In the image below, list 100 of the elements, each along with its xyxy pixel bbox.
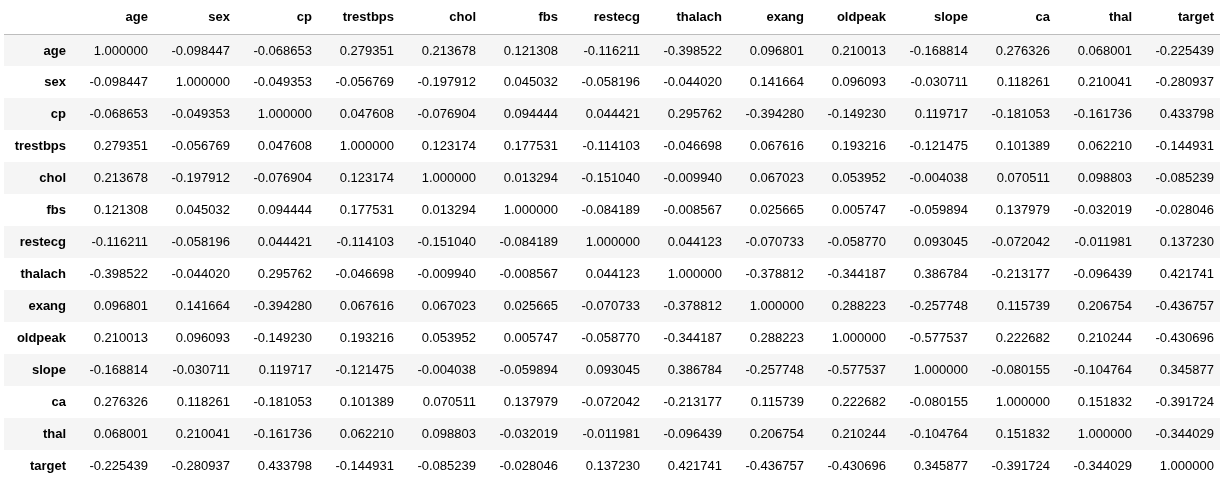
table-cell: -0.072042 [581,394,640,410]
table-cell: 0.210244 [831,426,886,442]
table-cell: -0.116211 [91,234,148,250]
table-cell: 0.094444 [257,202,312,218]
column-header: target [1177,9,1214,24]
table-cell: -0.080155 [991,362,1050,378]
table-cell: 0.295762 [257,266,312,282]
column-header: age [125,9,148,24]
table-cell: -0.004038 [417,362,476,378]
table-cell: 0.206754 [749,426,804,442]
table-cell: 0.096093 [831,74,886,90]
table-cell: -0.076904 [417,106,476,122]
table-cell: 0.222682 [995,330,1050,346]
table-cell: -0.344187 [663,330,722,346]
table-cell: 0.101389 [995,138,1050,154]
table-cell: -0.168814 [909,42,968,58]
table-cell: 0.044421 [585,106,640,122]
table-cell: -0.391724 [991,458,1050,474]
row-header: thalach [20,266,66,282]
table-cell: 0.288223 [749,330,804,346]
table-cell: 1.000000 [831,330,886,346]
table-cell: 0.421741 [1159,266,1214,282]
table-cell: 0.045032 [175,202,230,218]
table-cell: -0.394280 [253,298,312,314]
table-cell: 1.000000 [503,202,558,218]
table-cell: 0.093045 [585,362,640,378]
table-cell: -0.080155 [909,394,968,410]
table-cell: -0.344029 [1155,426,1214,442]
table-cell: -0.011981 [582,426,640,442]
table-cell: -0.161736 [1073,106,1132,122]
table-cell: -0.104764 [909,426,968,442]
table-cell: 0.279351 [339,42,394,58]
table-cell: 0.118261 [996,74,1050,90]
table-cell: -0.144931 [1155,138,1214,154]
table-cell: -0.181053 [253,394,312,410]
table-cell: -0.121475 [909,138,968,154]
table-cell: 0.067616 [749,138,804,154]
table-cell: 0.210041 [1077,74,1132,90]
table-cell: 0.222682 [831,394,886,410]
table-cell: -0.225439 [89,458,148,474]
table-cell: -0.151040 [581,170,640,186]
table-cell: 0.096093 [175,330,230,346]
table-cell: -0.070733 [581,298,640,314]
table-cell: 0.098803 [1077,170,1132,186]
table-cell: 0.141664 [175,298,230,314]
row-header: target [29,458,66,474]
row-header: fbs [46,202,66,218]
row-header: oldpeak [16,330,66,346]
table-cell: -0.070733 [745,234,804,250]
table-cell: 0.210041 [175,426,230,442]
table-cell: -0.056769 [335,74,394,90]
table-cell: -0.257748 [745,362,804,378]
table-cell: -0.378812 [663,298,722,314]
table-cell: 0.433798 [1159,106,1214,122]
table-cell: 1.000000 [421,170,476,186]
table-cell: -0.011981 [1074,234,1132,250]
table-cell: -0.098447 [171,42,230,58]
table-cell: 0.151832 [1077,394,1132,410]
column-header: cp [296,9,312,24]
table-cell: -0.577537 [909,330,968,346]
table-cell: -0.072042 [991,234,1050,250]
table-cell: -0.280937 [171,458,230,474]
table-cell: -0.096439 [1073,266,1132,282]
table-cell: -0.116211 [583,42,640,58]
table-cell: -0.030711 [910,74,968,90]
table-cell: 0.123174 [339,170,394,186]
table-cell: 0.047608 [339,106,394,122]
table-cell: 0.345877 [1159,362,1214,378]
table-cell: 0.062210 [339,426,394,442]
table-cell: 0.005747 [831,202,886,218]
table-cell: -0.058196 [171,234,230,250]
table-cell: -0.059894 [909,202,968,218]
table-cell: 0.101389 [339,394,394,410]
table-cell: 0.094444 [503,106,558,122]
table-cell: -0.096439 [663,426,722,442]
table-cell: 0.123174 [421,138,476,154]
table-cell: 0.206754 [1077,298,1132,314]
column-header: ca [1035,9,1050,24]
table-cell: 1.000000 [175,74,230,90]
table-cell: 0.098803 [421,426,476,442]
table-cell: 0.193216 [339,330,394,346]
table-cell: -0.044020 [663,74,722,90]
table-cell: -0.044020 [171,266,230,282]
table-cell: 0.345877 [913,458,968,474]
table-cell: 0.005747 [503,330,558,346]
table-cell: -0.149230 [253,330,312,346]
table-cell: 0.045032 [503,74,558,90]
table-cell: 0.115739 [750,394,804,410]
table-cell: -0.058196 [581,74,640,90]
table-cell: -0.436757 [745,458,804,474]
column-header: exang [766,9,804,24]
row-header: sex [44,74,66,90]
table-cell: -0.068653 [89,106,148,122]
table-cell: 0.213678 [421,42,476,58]
table-cell: -0.068653 [253,42,312,58]
table-cell: 0.070511 [422,394,476,410]
table-cell: -0.213177 [663,394,722,410]
table-cell: 0.062210 [1077,138,1132,154]
table-cell: 0.121308 [503,42,558,58]
table-cell: 0.013294 [421,202,476,218]
